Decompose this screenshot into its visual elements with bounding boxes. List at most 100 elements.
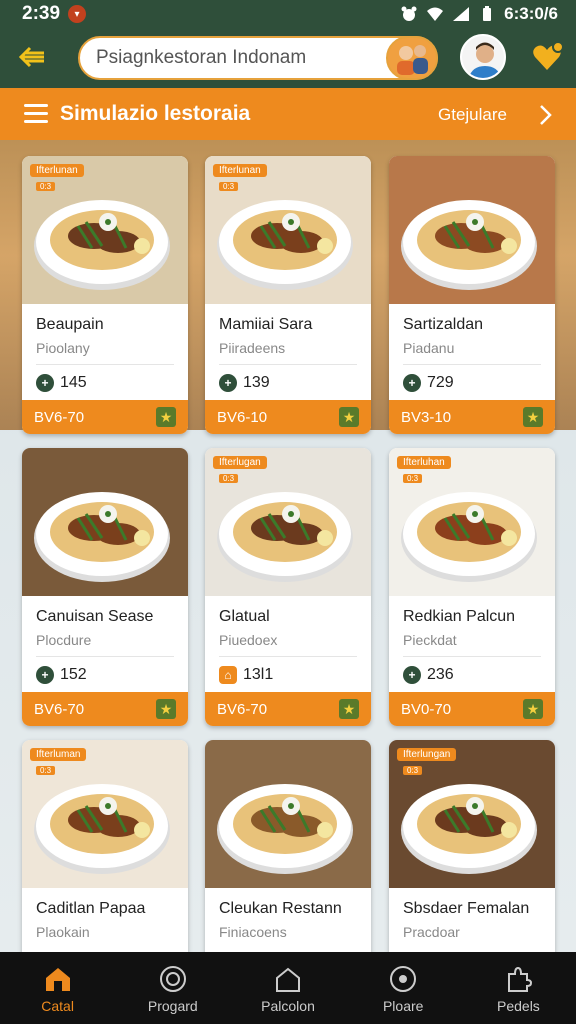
nav-label: Palcolon (261, 998, 315, 1014)
card-count: +145 (36, 374, 87, 392)
star-icon[interactable]: ★ (156, 407, 176, 427)
card-name: Caditlan Papaa (36, 900, 146, 917)
back-arrow-icon[interactable] (18, 44, 46, 70)
card-subtag: 0:3 (403, 474, 423, 483)
card-footer[interactable]: BV6-70 ★ (205, 692, 371, 726)
card-subtag: 0:3 (219, 474, 239, 483)
card-tag: Ifterlugan (213, 456, 267, 469)
card-name: Redkian Palcun (403, 608, 516, 625)
title-action-link[interactable]: Gtejulare (438, 105, 507, 125)
card-divider (219, 656, 357, 657)
star-icon[interactable]: ★ (523, 699, 543, 719)
search-placeholder: Psiagnkestoran Indonam (96, 47, 307, 68)
nav-item-ploare[interactable]: Ploare (346, 952, 461, 1024)
restaurant-card[interactable]: Ifterlunan 0:3 Mamiiai Sara Piiradeens +139 B… (205, 156, 371, 434)
star-icon[interactable]: ★ (156, 699, 176, 719)
nav-item-catal[interactable]: Catal (0, 952, 115, 1024)
star-icon[interactable]: ★ (523, 407, 543, 427)
nav-item-palcolon[interactable]: Palcolon (230, 952, 345, 1024)
card-divider (403, 656, 541, 657)
nav-item-pedels[interactable]: Pedels (461, 952, 576, 1024)
plus-circle-icon: + (219, 374, 237, 392)
card-price: BV6-70 (34, 408, 85, 426)
restaurant-card[interactable]: Cleukan Restann Finiacoens (205, 740, 371, 952)
coin-icon (159, 966, 186, 992)
food-image (22, 448, 188, 596)
food-image (389, 156, 555, 304)
search-header: Psiagnkestoran Indonam (0, 28, 576, 88)
chevron-right-icon[interactable] (538, 104, 552, 126)
title-bar: Simulazio lestoraia Gtejulare (0, 88, 576, 140)
search-avatar[interactable] (386, 36, 438, 80)
star-icon[interactable]: ★ (339, 407, 359, 427)
plus-circle-icon: + (403, 666, 421, 684)
card-footer[interactable]: BV6-70 ★ (22, 692, 188, 726)
card-footer[interactable]: BV3-10 ★ (389, 400, 555, 434)
card-count: +236 (403, 666, 454, 684)
card-name: Glatual (219, 608, 270, 625)
card-tag: Ifterluhan (397, 456, 451, 469)
restaurant-card[interactable]: Ifterlunan 0:3 Beaupain Pioolany +145 BV6-70 ★ (22, 156, 188, 434)
restaurant-card[interactable]: Canuisan Sease Plocdure +152 BV6-70 ★ (22, 448, 188, 726)
card-subtitle: Pioolany (36, 340, 90, 356)
restaurant-card[interactable]: Ifterluman 0:3 Caditlan Papaa Plaokain (22, 740, 188, 952)
card-count-value: 729 (427, 374, 454, 391)
menu-icon[interactable] (24, 104, 48, 124)
search-input[interactable]: Psiagnkestoran Indonam (78, 36, 438, 80)
status-time: 2:39 (22, 3, 61, 24)
food-image (205, 740, 371, 888)
card-subtitle: Plocdure (36, 632, 92, 648)
card-tag: Ifterlunan (30, 164, 84, 177)
card-footer[interactable]: BV6-70 ★ (22, 400, 188, 434)
card-tag: Ifterluman (30, 748, 87, 761)
card-footer[interactable]: BV0-70 ★ (389, 692, 555, 726)
food-image (389, 448, 555, 596)
card-footer[interactable]: BV6-10 ★ (205, 400, 371, 434)
card-name: Cleukan Restann (219, 900, 342, 917)
restaurant-card[interactable]: Ifterlungan 0:3 Sbsdaer Femalan Pracdoar (389, 740, 555, 952)
card-subtag: 0:3 (36, 182, 56, 191)
alarm-icon (401, 6, 417, 21)
card-subtitle: Piiradeens (219, 340, 286, 356)
star-icon[interactable]: ★ (339, 699, 359, 719)
card-count: +139 (219, 374, 270, 392)
card-name: Beaupain (36, 316, 104, 333)
card-subtag: 0:3 (36, 766, 56, 775)
card-count: ⌂ 13l1 (219, 666, 273, 684)
card-count: +152 (36, 666, 87, 684)
card-tag: Ifterlunan (213, 164, 267, 177)
card-tag: Ifterlungan (397, 748, 457, 761)
card-subtitle: Finiacoens (219, 924, 287, 940)
nav-label: Ploare (382, 998, 424, 1014)
card-price: BV6-10 (217, 408, 268, 426)
card-count-value: 13l1 (243, 666, 274, 683)
heart-icon[interactable] (530, 40, 564, 74)
user-avatar[interactable] (460, 34, 506, 80)
plus-circle-icon: + (403, 374, 421, 392)
wifi-icon (427, 7, 444, 21)
card-subtag: 0:3 (219, 182, 239, 191)
page-title: Simulazio lestoraia (60, 102, 251, 125)
card-count-value: 145 (60, 374, 87, 391)
card-name: Sbsdaer Femalan (403, 900, 530, 917)
card-subtitle: Plaokain (36, 924, 90, 940)
card-divider (403, 364, 541, 365)
card-name: Mamiiai Sara (219, 316, 313, 333)
nav-item-progard[interactable]: Progard (115, 952, 230, 1024)
card-divider (219, 364, 357, 365)
signal-icon (453, 7, 470, 21)
plus-circle-icon: + (36, 666, 54, 684)
restaurant-card[interactable]: Sartizaldan Piadanu +729 BV3-10 ★ (389, 156, 555, 434)
card-count-value: 236 (427, 666, 454, 683)
shop-icon: ⌂ (219, 666, 237, 684)
nav-label: Pedels (497, 998, 540, 1014)
status-left: 2:39 ▾ (22, 3, 87, 25)
food-image (389, 740, 555, 888)
plus-circle-icon: + (36, 374, 54, 392)
nav-label: Progard (147, 998, 198, 1014)
card-name: Canuisan Sease (36, 608, 154, 625)
card-price: BV6-70 (217, 700, 268, 718)
food-image (22, 156, 188, 304)
restaurant-card[interactable]: Ifterluhan 0:3 Redkian Palcun Pieckdat +236 B… (389, 448, 555, 726)
restaurant-card[interactable]: Ifterlugan 0:3 Glatual Piuedoex ⌂ 13l1 BV6-70 ★ (205, 448, 371, 726)
